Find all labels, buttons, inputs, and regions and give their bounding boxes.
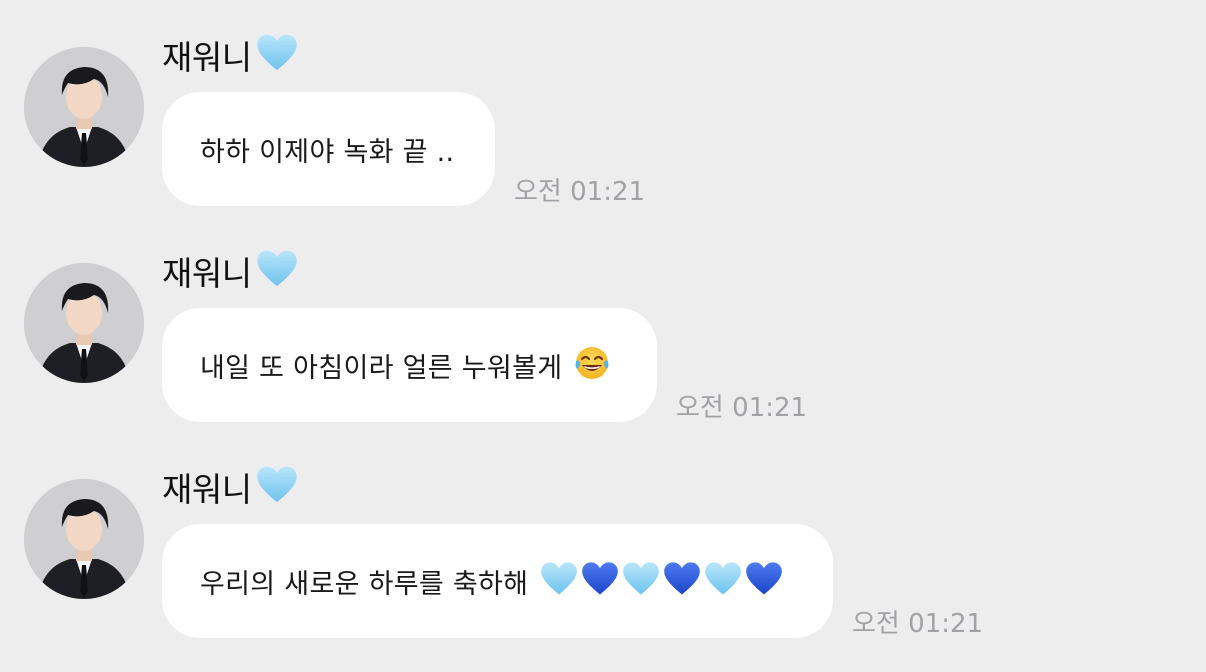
blue-heart-icon (663, 561, 701, 601)
avatar-image (24, 263, 144, 383)
message-text: 우리의 새로운 하루를 축하해 (200, 568, 529, 600)
light-blue-heart-icon (540, 561, 578, 601)
message-row: 재워니 내일 또 아침이라 얼른 누워볼게 오전 01:21 (0, 246, 1206, 446)
avatar[interactable] (24, 263, 144, 383)
light-blue-heart-icon (256, 33, 298, 77)
emoji-group (574, 345, 610, 385)
sender-name: 재워니 (162, 38, 252, 77)
light-blue-heart-icon (256, 465, 298, 509)
message-row: 재워니 우리의 새로운 하루를 축하해 오전 01:21 (0, 462, 1206, 662)
avatar-image (24, 479, 144, 599)
message-time: 오전 01:21 (676, 393, 808, 423)
message-time: 오전 01:21 (514, 177, 646, 207)
sender-name-row: 재워니 (162, 249, 298, 293)
blue-heart-icon (581, 561, 619, 601)
message-time: 오전 01:21 (852, 609, 984, 639)
light-blue-heart-icon (704, 561, 742, 601)
message-bubble[interactable]: 하하 이제야 녹화 끝 .. (162, 92, 495, 206)
avatar-image (24, 47, 144, 167)
message-row: 재워니 하하 이제야 녹화 끝 .. 오전 01:21 (0, 30, 1206, 230)
avatar[interactable] (24, 47, 144, 167)
light-blue-heart-icon (256, 249, 298, 293)
tears-of-joy-icon (574, 345, 610, 385)
avatar[interactable] (24, 479, 144, 599)
light-blue-heart-icon (622, 561, 660, 601)
message-text: 내일 또 아침이라 얼른 누워볼게 (200, 352, 563, 384)
message-bubble[interactable]: 내일 또 아침이라 얼른 누워볼게 (162, 308, 657, 422)
message-text: 하하 이제야 녹화 끝 .. (200, 136, 455, 168)
message-bubble[interactable]: 우리의 새로운 하루를 축하해 (162, 524, 833, 638)
blue-heart-icon (745, 561, 783, 601)
sender-name-row: 재워니 (162, 33, 298, 77)
sender-name: 재워니 (162, 470, 252, 509)
sender-name: 재워니 (162, 254, 252, 293)
sender-name-row: 재워니 (162, 465, 298, 509)
emoji-group (540, 561, 783, 601)
